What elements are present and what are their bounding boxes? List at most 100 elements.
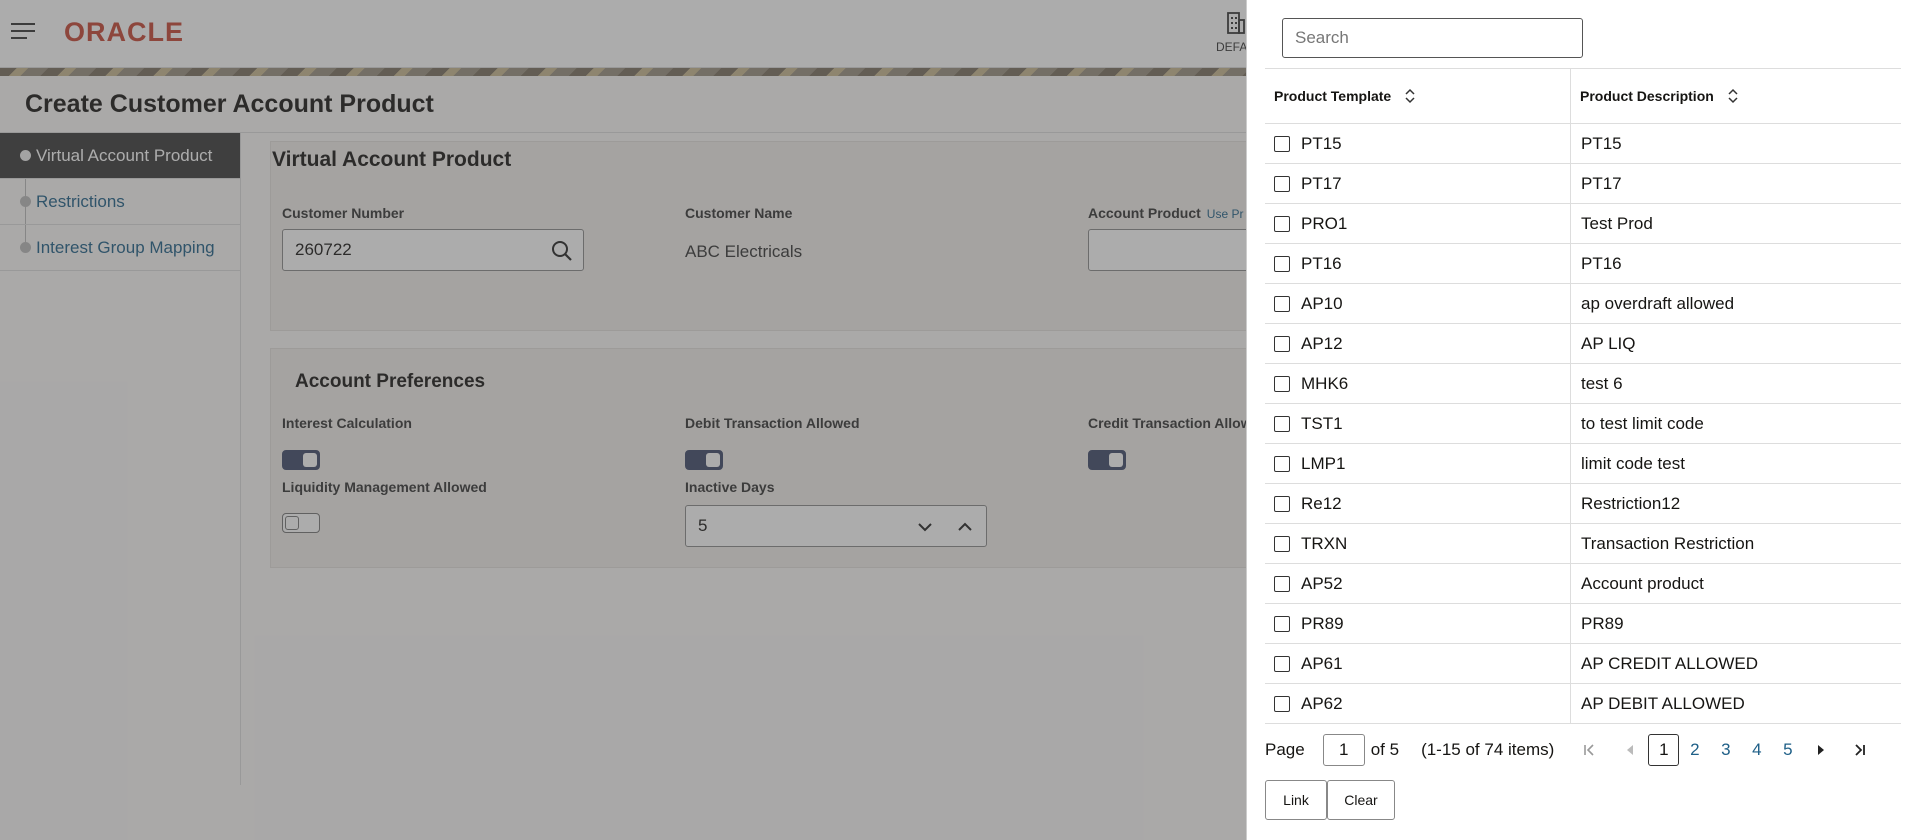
product-description-value: AP DEBIT ALLOWED xyxy=(1581,693,1745,713)
product-description-value: Test Prod xyxy=(1581,213,1653,233)
cell-product-description: PT17 xyxy=(1571,164,1901,203)
page-number-5[interactable]: 5 xyxy=(1772,734,1803,766)
table-row[interactable]: PR89 PR89 xyxy=(1265,604,1901,644)
product-template-value: AP12 xyxy=(1301,333,1343,353)
pagination: Page of 5 (1-15 of 74 items) 12345 xyxy=(1265,734,1901,766)
row-checkbox[interactable] xyxy=(1274,375,1290,392)
cell-product-template: Re12 xyxy=(1265,484,1571,523)
table-body: PT15 PT15 PT17 PT17 PRO1 Test Prod PT16 PT16 AP1… xyxy=(1265,124,1901,724)
row-checkbox[interactable] xyxy=(1274,455,1290,472)
product-description-value: PT17 xyxy=(1581,173,1622,193)
row-checkbox[interactable] xyxy=(1274,575,1290,592)
table-row[interactable]: TST1 to test limit code xyxy=(1265,404,1901,444)
cell-product-description: Test Prod xyxy=(1571,204,1901,243)
page-count-label: of 5 xyxy=(1370,740,1400,759)
column-header-label: Product Description xyxy=(1580,88,1714,104)
row-checkbox[interactable] xyxy=(1274,535,1290,552)
product-description-value: AP LIQ xyxy=(1581,333,1636,353)
page-number-list: 12345 xyxy=(1648,734,1803,766)
product-description-value: PT15 xyxy=(1581,133,1622,153)
row-checkbox[interactable] xyxy=(1274,175,1290,192)
modal-overlay[interactable] xyxy=(0,0,1246,840)
row-checkbox[interactable] xyxy=(1274,695,1290,712)
page-label: Page xyxy=(1265,740,1305,759)
row-checkbox[interactable] xyxy=(1274,215,1290,232)
table-row[interactable]: AP62 AP DEBIT ALLOWED xyxy=(1265,684,1901,724)
cell-product-description: PR89 xyxy=(1571,604,1901,643)
cell-product-description: Transaction Restriction xyxy=(1571,524,1901,563)
row-checkbox[interactable] xyxy=(1274,495,1290,512)
table-row[interactable]: PT15 PT15 xyxy=(1265,124,1901,164)
cell-product-template: AP62 xyxy=(1265,684,1571,723)
product-template-value: PRO1 xyxy=(1301,213,1348,233)
table-row[interactable]: AP61 AP CREDIT ALLOWED xyxy=(1265,644,1901,684)
table-row[interactable]: AP12 AP LIQ xyxy=(1265,324,1901,364)
product-template-value: PT17 xyxy=(1301,173,1342,193)
cell-product-template: TRXN xyxy=(1265,524,1571,563)
product-template-value: PT15 xyxy=(1301,133,1342,153)
table-row[interactable]: PT17 PT17 xyxy=(1265,164,1901,204)
previous-page-icon[interactable] xyxy=(1616,734,1644,766)
product-description-value: to test limit code xyxy=(1581,413,1704,433)
row-checkbox[interactable] xyxy=(1274,135,1290,152)
column-header-product-description[interactable]: Product Description xyxy=(1571,69,1901,123)
last-page-icon[interactable] xyxy=(1845,734,1873,766)
cell-product-template: AP52 xyxy=(1265,564,1571,603)
product-template-value: PR89 xyxy=(1301,613,1344,633)
first-page-icon[interactable] xyxy=(1576,734,1604,766)
row-checkbox[interactable] xyxy=(1274,415,1290,432)
cell-product-description: to test limit code xyxy=(1571,404,1901,443)
table-row[interactable]: LMP1 limit code test xyxy=(1265,444,1901,484)
table-row[interactable]: TRXN Transaction Restriction xyxy=(1265,524,1901,564)
cell-product-template: AP10 xyxy=(1265,284,1571,323)
cell-product-description: ap overdraft allowed xyxy=(1571,284,1901,323)
table-row[interactable]: Re12 Restriction12 xyxy=(1265,484,1901,524)
cell-product-template: LMP1 xyxy=(1265,444,1571,483)
cell-product-description: test 6 xyxy=(1571,364,1901,403)
cell-product-description: PT15 xyxy=(1571,124,1901,163)
row-checkbox[interactable] xyxy=(1274,335,1290,352)
page-number-input[interactable] xyxy=(1322,734,1365,766)
cell-product-template: AP12 xyxy=(1265,324,1571,363)
product-description-value: ap overdraft allowed xyxy=(1581,293,1735,313)
product-template-value: TRXN xyxy=(1301,533,1348,553)
cell-product-description: AP CREDIT ALLOWED xyxy=(1571,644,1901,683)
table-row[interactable]: AP10 ap overdraft allowed xyxy=(1265,284,1901,324)
row-checkbox[interactable] xyxy=(1274,255,1290,272)
row-checkbox[interactable] xyxy=(1274,655,1290,672)
column-header-product-template[interactable]: Product Template xyxy=(1265,69,1571,123)
table-row[interactable]: PRO1 Test Prod xyxy=(1265,204,1901,244)
cell-product-template: PRO1 xyxy=(1265,204,1571,243)
table-row[interactable]: AP52 Account product xyxy=(1265,564,1901,604)
cell-product-template: MHK6 xyxy=(1265,364,1571,403)
item-range-label: (1-15 of 74 items) xyxy=(1421,740,1555,759)
page-number-3[interactable]: 3 xyxy=(1710,734,1741,766)
sort-icon[interactable] xyxy=(1728,88,1738,104)
product-template-value: TST1 xyxy=(1301,413,1343,433)
cell-product-template: PR89 xyxy=(1265,604,1571,643)
cell-product-template: AP61 xyxy=(1265,644,1571,683)
page-number-2[interactable]: 2 xyxy=(1679,734,1710,766)
clear-button[interactable]: Clear xyxy=(1327,780,1395,820)
product-description-value: Transaction Restriction xyxy=(1581,533,1755,553)
product-template-value: MHK6 xyxy=(1301,373,1349,393)
product-lookup-drawer: Product Template Product Description PT1… xyxy=(1246,0,1920,840)
cell-product-description: PT16 xyxy=(1571,244,1901,283)
row-checkbox[interactable] xyxy=(1274,295,1290,312)
cell-product-description: AP LIQ xyxy=(1571,324,1901,363)
product-template-value: LMP1 xyxy=(1301,453,1346,473)
sort-icon[interactable] xyxy=(1405,88,1415,104)
search-input[interactable] xyxy=(1282,18,1583,58)
page-number-4[interactable]: 4 xyxy=(1741,734,1772,766)
product-description-value: AP CREDIT ALLOWED xyxy=(1581,653,1758,673)
next-page-icon[interactable] xyxy=(1807,734,1835,766)
product-description-value: limit code test xyxy=(1581,453,1685,473)
product-description-value: PT16 xyxy=(1581,253,1622,273)
table-row[interactable]: PT16 PT16 xyxy=(1265,244,1901,284)
link-button[interactable]: Link xyxy=(1265,780,1327,820)
product-template-value: AP62 xyxy=(1301,693,1343,713)
row-checkbox[interactable] xyxy=(1274,615,1290,632)
table-row[interactable]: MHK6 test 6 xyxy=(1265,364,1901,404)
product-description-value: Account product xyxy=(1581,573,1704,593)
page-number-1[interactable]: 1 xyxy=(1648,734,1680,766)
